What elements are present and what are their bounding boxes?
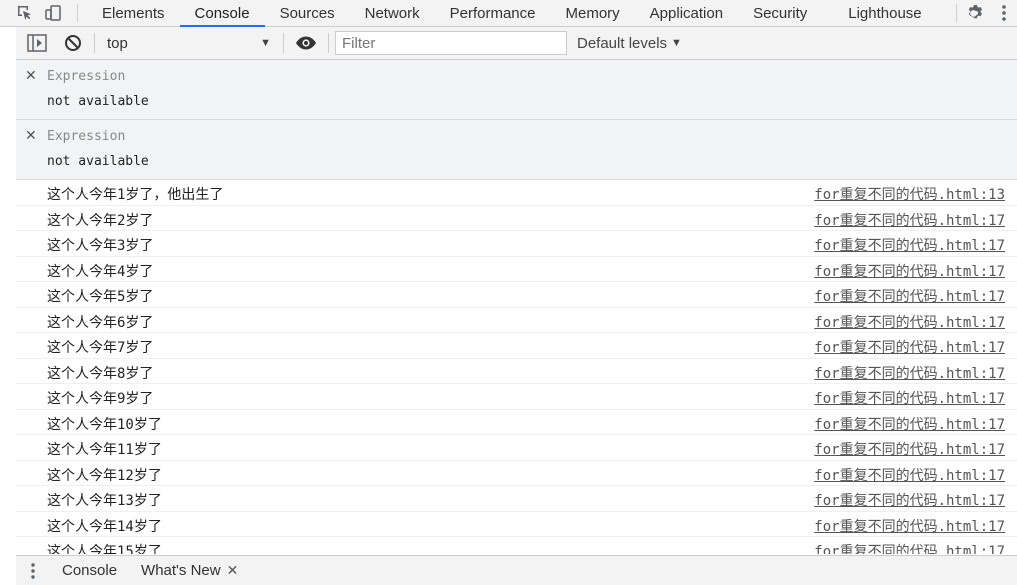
tab-console[interactable]: Console <box>179 0 265 27</box>
message-text: 这个人今年1岁了，他出生了 <box>47 187 224 203</box>
dropdown-arrow-icon: ▼ <box>260 37 271 49</box>
expression-value: not available <box>47 154 149 169</box>
live-expression-eye-icon[interactable] <box>290 36 322 50</box>
context-selector[interactable]: top ▼ <box>101 31 277 55</box>
tab-performance[interactable]: Performance <box>435 0 551 26</box>
tab-sources[interactable]: Sources <box>265 0 350 26</box>
drawer-tab-bar: Console What's New ✕ <box>16 555 1017 585</box>
drawer-tab-label: Console <box>62 562 118 579</box>
clear-console-icon[interactable] <box>58 34 88 52</box>
drawer-tab-console[interactable]: Console <box>50 562 129 579</box>
source-link[interactable]: for重复不同的代码.html:17 <box>814 465 1005 485</box>
dropdown-arrow-icon: ▼ <box>671 37 682 49</box>
console-message: 这个人今年7岁了 for重复不同的代码.html:17 <box>16 333 1017 359</box>
source-link[interactable]: for重复不同的代码.html:17 <box>814 439 1005 459</box>
devtools-tab-bar: Elements Console Sources Network Perform… <box>0 0 1017 27</box>
tab-elements[interactable]: Elements <box>87 0 180 26</box>
live-expression: ✕ Expression not available <box>16 60 1017 120</box>
tab-memory[interactable]: Memory <box>551 0 635 26</box>
message-text: 这个人今年3岁了 <box>47 238 154 254</box>
show-sidebar-icon[interactable] <box>16 34 58 52</box>
settings-gear-icon[interactable] <box>961 0 991 26</box>
console-message: 这个人今年11岁了 for重复不同的代码.html:17 <box>16 435 1017 461</box>
drawer-menu-icon[interactable] <box>16 562 50 580</box>
message-text: 这个人今年10岁了 <box>47 416 162 433</box>
log-levels-dropdown[interactable]: Default levels ▼ <box>577 35 682 52</box>
source-link[interactable]: for重复不同的代码.html:13 <box>814 184 1005 204</box>
live-expression: ✕ Expression not available <box>16 120 1017 180</box>
drawer-tab-whats-new[interactable]: What's New ✕ <box>129 562 250 579</box>
source-link[interactable]: for重复不同的代码.html:17 <box>814 388 1005 408</box>
console-message: 这个人今年10岁了 for重复不同的代码.html:17 <box>16 410 1017 435</box>
remove-expression-icon[interactable]: ✕ <box>25 68 37 84</box>
tab-application[interactable]: Application <box>635 0 738 26</box>
console-message: 这个人今年8岁了 for重复不同的代码.html:17 <box>16 359 1017 384</box>
console-message: 这个人今年15岁了 for重复不同的代码.html:17 <box>16 537 1017 554</box>
message-text: 这个人今年14岁了 <box>47 518 162 535</box>
tab-bar-separator-right <box>956 4 957 22</box>
source-link[interactable]: for重复不同的代码.html:17 <box>814 337 1005 357</box>
message-text: 这个人今年4岁了 <box>47 263 154 280</box>
source-link[interactable]: for重复不同的代码.html:17 <box>814 541 1005 554</box>
message-text: 这个人今年5岁了 <box>47 289 154 305</box>
console-message: 这个人今年14岁了 for重复不同的代码.html:17 <box>16 512 1017 537</box>
source-link[interactable]: for重复不同的代码.html:17 <box>814 312 1005 332</box>
drawer-tab-label: What's New <box>141 562 221 579</box>
tab-bar-separator <box>77 4 78 22</box>
source-link[interactable]: for重复不同的代码.html:17 <box>814 516 1005 536</box>
tab-network[interactable]: Network <box>350 0 435 26</box>
console-message: 这个人今年4岁了 for重复不同的代码.html:17 <box>16 257 1017 282</box>
console-message: 这个人今年5岁了 for重复不同的代码.html:17 <box>16 282 1017 308</box>
source-link[interactable]: for重复不同的代码.html:17 <box>814 490 1005 510</box>
message-text: 这个人今年6岁了 <box>47 314 154 331</box>
console-message: 这个人今年12岁了 for重复不同的代码.html:17 <box>16 461 1017 486</box>
expression-label[interactable]: Expression <box>47 129 125 144</box>
tab-security[interactable]: Security <box>738 0 822 26</box>
toolbar-separator <box>283 33 284 53</box>
console-message: 这个人今年13岁了 for重复不同的代码.html:17 <box>16 486 1017 512</box>
source-link[interactable]: for重复不同的代码.html:17 <box>814 363 1005 383</box>
console-messages: 这个人今年1岁了，他出生了 for重复不同的代码.html:13 这个人今年2岁了… <box>16 180 1017 554</box>
console-message: 这个人今年1岁了，他出生了 for重复不同的代码.html:13 <box>16 180 1017 206</box>
console-message: 这个人今年3岁了 for重复不同的代码.html:17 <box>16 231 1017 257</box>
toolbar-separator <box>328 33 329 53</box>
device-toolbar-icon[interactable] <box>38 0 68 26</box>
expression-value: not available <box>47 94 149 109</box>
console-message: 这个人今年2岁了 for重复不同的代码.html:17 <box>16 206 1017 231</box>
message-text: 这个人今年12岁了 <box>47 467 162 484</box>
inspect-element-icon[interactable] <box>12 0 38 26</box>
console-toolbar: top ▼ Default levels ▼ <box>16 27 1017 60</box>
context-selector-value: top <box>107 34 128 52</box>
tab-lighthouse[interactable]: Lighthouse <box>822 0 936 26</box>
close-tab-icon[interactable]: ✕ <box>227 562 239 579</box>
source-link[interactable]: for重复不同的代码.html:17 <box>814 210 1005 230</box>
message-text: 这个人今年11岁了 <box>47 442 162 458</box>
filter-input[interactable] <box>335 31 567 55</box>
toolbar-separator <box>94 33 95 53</box>
log-levels-label: Default levels <box>577 34 668 52</box>
message-text: 这个人今年7岁了 <box>47 340 154 356</box>
source-link[interactable]: for重复不同的代码.html:17 <box>814 414 1005 434</box>
remove-expression-icon[interactable]: ✕ <box>25 128 37 144</box>
expression-label[interactable]: Expression <box>47 69 125 84</box>
source-link[interactable]: for重复不同的代码.html:17 <box>814 286 1005 306</box>
console-message: 这个人今年6岁了 for重复不同的代码.html:17 <box>16 308 1017 333</box>
message-text: 这个人今年15岁了 <box>47 544 162 554</box>
message-text: 这个人今年2岁了 <box>47 212 154 229</box>
message-text: 这个人今年8岁了 <box>47 365 154 382</box>
source-link[interactable]: for重复不同的代码.html:17 <box>814 235 1005 255</box>
console-message: 这个人今年9岁了 for重复不同的代码.html:17 <box>16 384 1017 410</box>
message-text: 这个人今年9岁了 <box>47 391 154 407</box>
more-options-icon[interactable] <box>991 0 1017 26</box>
message-text: 这个人今年13岁了 <box>47 493 162 509</box>
source-link[interactable]: for重复不同的代码.html:17 <box>814 261 1005 281</box>
